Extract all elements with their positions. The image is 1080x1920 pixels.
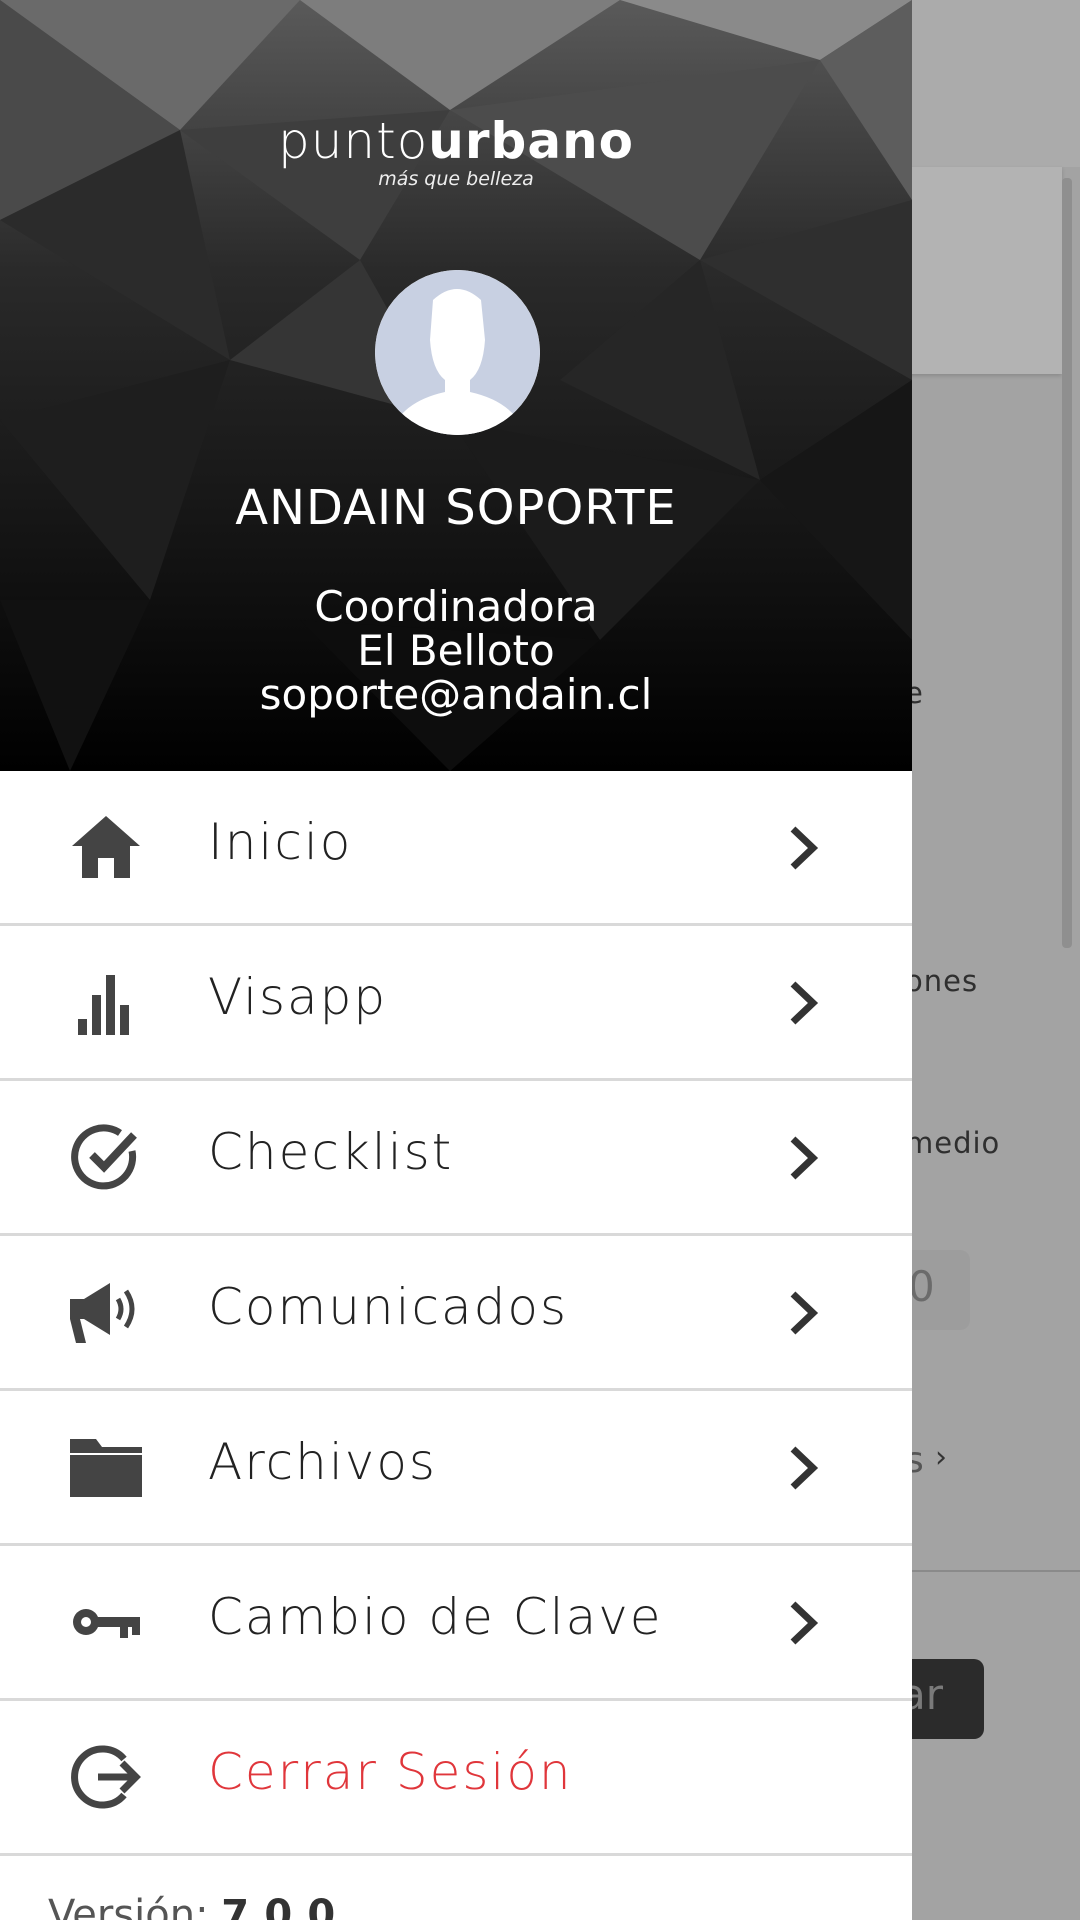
- home-icon: [66, 812, 146, 882]
- menu-label: Cambio de Clave: [208, 1588, 663, 1646]
- user-role: Coordinadora: [314, 582, 598, 631]
- background-scrollbar: [1062, 178, 1072, 948]
- background-text-2: ones: [905, 964, 979, 998]
- background-text-3: medio: [905, 1126, 1001, 1160]
- menu-item-comunicados[interactable]: Comunicados: [0, 1236, 912, 1391]
- user-email: soporte@andain.cl: [259, 670, 653, 719]
- chevron-right-icon: [790, 1601, 819, 1645]
- menu-item-checklist[interactable]: Checklist: [0, 1081, 912, 1236]
- user-name: ANDAIN SOPORTE: [235, 480, 677, 536]
- background-chevron-icon: ›: [935, 1440, 947, 1475]
- navigation-drawer: puntourbano más que belleza ANDAIN SOPOR…: [0, 0, 912, 1920]
- menu-label: Visapp: [208, 968, 388, 1026]
- menu-label: Archivos: [208, 1433, 437, 1491]
- background-field-value: 0: [908, 1262, 935, 1311]
- brand-logo: puntourbano: [277, 112, 635, 170]
- chevron-right-icon: [790, 981, 819, 1025]
- chevron-right-icon: [790, 1136, 819, 1180]
- folder-icon: [66, 1432, 146, 1502]
- brand-tagline: más que belleza: [378, 168, 534, 190]
- drawer-menu: Inicio Visapp Checklist Comunicados Arch…: [0, 771, 912, 1856]
- menu-item-inicio[interactable]: Inicio: [0, 771, 912, 926]
- chevron-right-icon: [790, 1291, 819, 1335]
- menu-item-cerrar-sesion[interactable]: Cerrar Sesión: [0, 1701, 912, 1856]
- avatar: [375, 270, 540, 435]
- user-location: El Belloto: [357, 626, 555, 675]
- menu-label: Inicio: [208, 813, 353, 871]
- menu-label: Cerrar Sesión: [208, 1743, 573, 1801]
- chevron-right-icon: [790, 826, 819, 870]
- menu-item-cambio-de-clave[interactable]: Cambio de Clave: [0, 1546, 912, 1701]
- drawer-header: puntourbano más que belleza ANDAIN SOPOR…: [0, 0, 912, 771]
- key-icon: [66, 1587, 146, 1657]
- menu-label: Checklist: [208, 1123, 454, 1181]
- menu-item-visapp[interactable]: Visapp: [0, 926, 912, 1081]
- chevron-right-icon: [790, 1446, 819, 1490]
- megaphone-icon: [66, 1277, 146, 1347]
- logout-icon: [66, 1742, 146, 1812]
- user-silhouette-icon: [375, 270, 540, 435]
- menu-label: Comunicados: [208, 1278, 568, 1336]
- menu-item-archivos[interactable]: Archivos: [0, 1391, 912, 1546]
- background-divider: [900, 1570, 1080, 1572]
- check-circle-icon: [66, 1122, 146, 1192]
- app-version: Versión: 7.0.0: [48, 1892, 336, 1920]
- bar-chart-icon: [66, 967, 146, 1037]
